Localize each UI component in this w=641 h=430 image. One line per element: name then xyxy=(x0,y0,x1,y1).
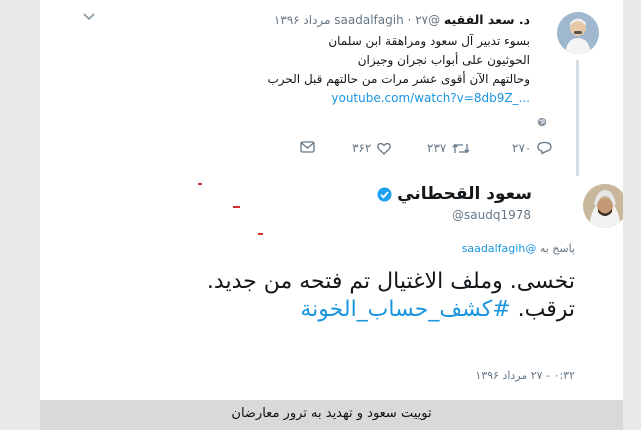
avatar-saad-alfagih[interactable] xyxy=(557,12,599,54)
red-mark xyxy=(233,206,240,208)
tweet2-author[interactable]: سعود القحطاني xyxy=(377,184,532,204)
tweet2-text: تخسى. وملف الاغتيال تم فتحه من جديد. ترق… xyxy=(40,268,575,324)
image-caption: توییت سعود و تهدید به ترور معارضان xyxy=(40,400,623,430)
red-mark xyxy=(258,233,263,235)
tweet-card: د. سعد الفقيه @saadalfagih · ۲۷ مرداد ۱۳… xyxy=(40,0,623,400)
retweet-count: ۲۳۷ xyxy=(427,141,447,155)
retweet-button[interactable]: ۲۳۷ xyxy=(427,141,471,155)
heart-icon xyxy=(377,142,392,155)
tweet2-timestamp[interactable]: ۰:۳۲ - ۲۷ مرداد ۱۳۹۶ xyxy=(475,369,575,382)
envelope-icon xyxy=(300,141,315,153)
blank-area xyxy=(80,170,260,240)
replying-to: پاسخ به @saadalfagih xyxy=(462,242,575,255)
tweet1-line-3: وحالتهم الآن أقوى عشر مرات من حالتهم قبل… xyxy=(267,72,530,86)
tweet1-text: بسوء تدبير آل سعود ومراهقة ابن سلمان الح… xyxy=(150,32,530,108)
hashtag-link[interactable]: #كشف_حساب_الخونة xyxy=(300,297,510,322)
reply-button[interactable]: ۲۷۰ xyxy=(512,141,552,155)
chevron-down-icon[interactable] xyxy=(82,12,96,22)
reply-prefix: پاسخ به xyxy=(539,242,575,255)
tweet2-line-2: ترقب. #كشف_حساب_الخونة xyxy=(40,296,575,324)
tweet1-author-name[interactable]: د. سعد الفقيه xyxy=(444,12,530,27)
reply-icon xyxy=(537,141,552,155)
like-button[interactable]: ۳۶۲ xyxy=(352,141,392,155)
reply-count: ۲۷۰ xyxy=(512,141,532,155)
verified-badge-icon xyxy=(377,187,392,201)
tweet2-line-1: تخسى. وملف الاغتيال تم فتحه من جديد. xyxy=(206,269,575,294)
tweet2-line-2-text: ترقب. xyxy=(517,297,575,322)
reply-to-handle[interactable]: @saadalfagih xyxy=(462,242,537,255)
tweet1-header: د. سعد الفقيه @saadalfagih · ۲۷ مرداد ۱۳… xyxy=(274,12,530,27)
retweet-icon xyxy=(452,143,471,153)
like-count: ۳۶۲ xyxy=(352,141,372,155)
avatar-saud-alqahtani[interactable] xyxy=(583,184,623,228)
tweet1-line-1: بسوء تدبير آل سعود ومراهقة ابن سلمان xyxy=(328,34,530,48)
tweet2-author-handle[interactable]: @saudq1978 xyxy=(452,208,531,222)
tweet1-line-2: الحوثيون على أبواب نجران وجيزان xyxy=(357,53,530,67)
header-separator: · xyxy=(407,13,412,27)
tweet1-action-bar: ۳۶۲ ۲۳۷ ۲۷۰ xyxy=(300,141,585,159)
globe-icon xyxy=(537,117,547,127)
dm-button[interactable] xyxy=(300,141,315,153)
tweet2-author-name[interactable]: سعود القحطاني xyxy=(397,184,532,204)
red-mark xyxy=(198,183,202,185)
tweet1-link[interactable]: youtube.com/watch?v=8db9Z_... xyxy=(150,89,530,108)
